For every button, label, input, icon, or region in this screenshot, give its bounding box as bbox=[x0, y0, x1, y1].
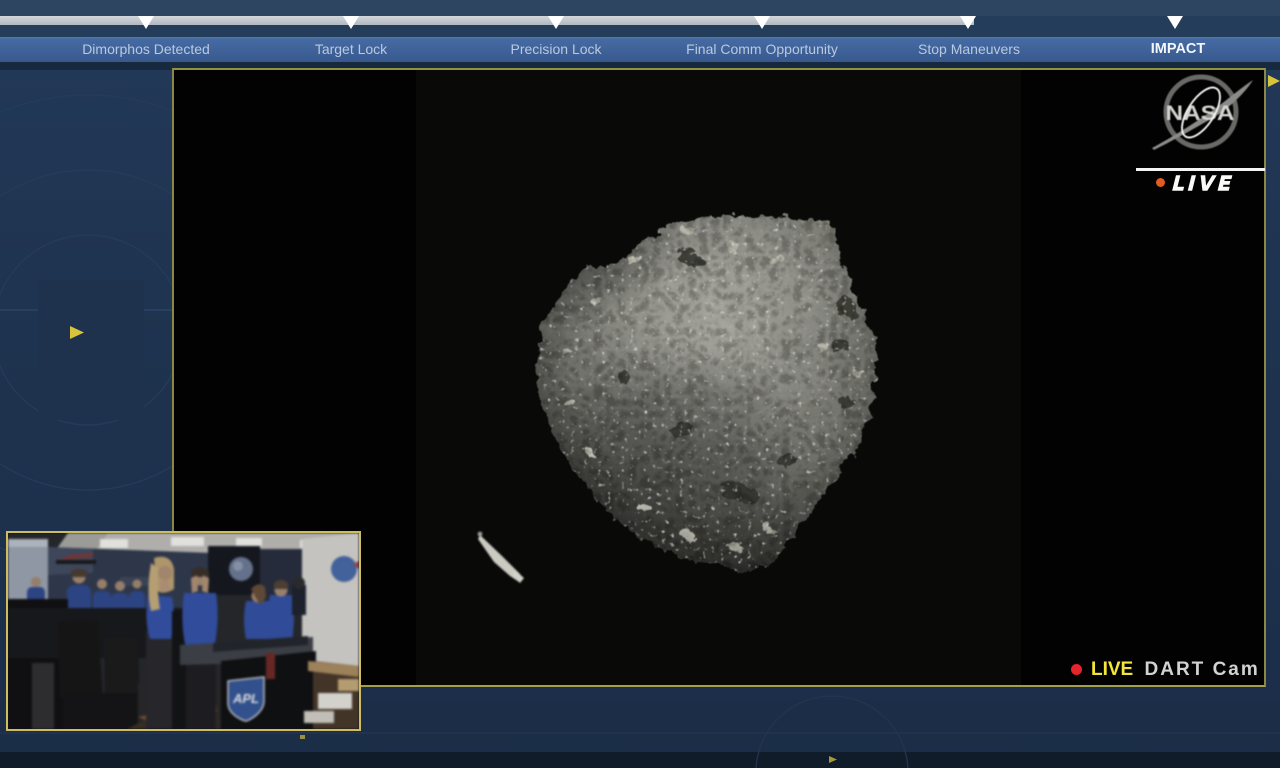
svg-text:APL: APL bbox=[232, 691, 259, 706]
svg-text:NASA: NASA bbox=[1166, 102, 1235, 125]
